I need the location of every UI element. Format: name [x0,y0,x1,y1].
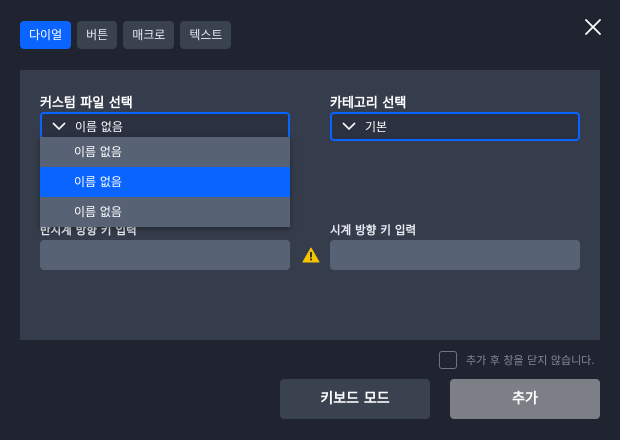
keep-open-checkbox[interactable] [439,351,457,369]
dropdown-option[interactable]: 이름 없음 [40,137,290,167]
custom-file-label: 커스텀 파일 선택 [40,96,133,111]
custom-file-dropdown: 이름 없음 이름 없음 이름 없음 [40,137,290,227]
category-select[interactable]: 기본 [330,112,580,141]
chevron-down-icon [342,122,356,131]
add-button[interactable]: 추가 [450,379,600,419]
category-selected-value: 기본 [365,120,388,134]
close-icon [585,19,601,35]
tab-bar: 다이얼 버튼 매크로 텍스트 [20,21,232,49]
clockwise-key-input[interactable] [330,240,580,270]
counterclockwise-key-input[interactable] [40,240,290,270]
warning-icon [302,247,320,263]
tab-text[interactable]: 텍스트 [180,21,232,49]
category-label: 카테고리 선택 [330,96,407,111]
dropdown-option-highlighted[interactable]: 이름 없음 [40,167,290,197]
clockwise-label: 시계 방향 키 입력 [330,223,417,237]
close-button[interactable] [583,17,603,37]
settings-panel: 커스텀 파일 선택 이름 없음 카테고리 선택 기본 반시계 방향 키 입력 시… [20,70,600,340]
tab-dial[interactable]: 다이얼 [20,21,72,49]
tab-macro[interactable]: 매크로 [123,21,175,49]
dropdown-option[interactable]: 이름 없음 [40,197,290,227]
custom-file-selected-value: 이름 없음 [75,120,123,134]
keyboard-mode-button[interactable]: 키보드 모드 [280,379,430,419]
chevron-down-icon [52,122,66,131]
keep-open-label: 추가 후 창을 닫지 않습니다. [466,354,595,367]
tab-button[interactable]: 버튼 [77,21,118,49]
